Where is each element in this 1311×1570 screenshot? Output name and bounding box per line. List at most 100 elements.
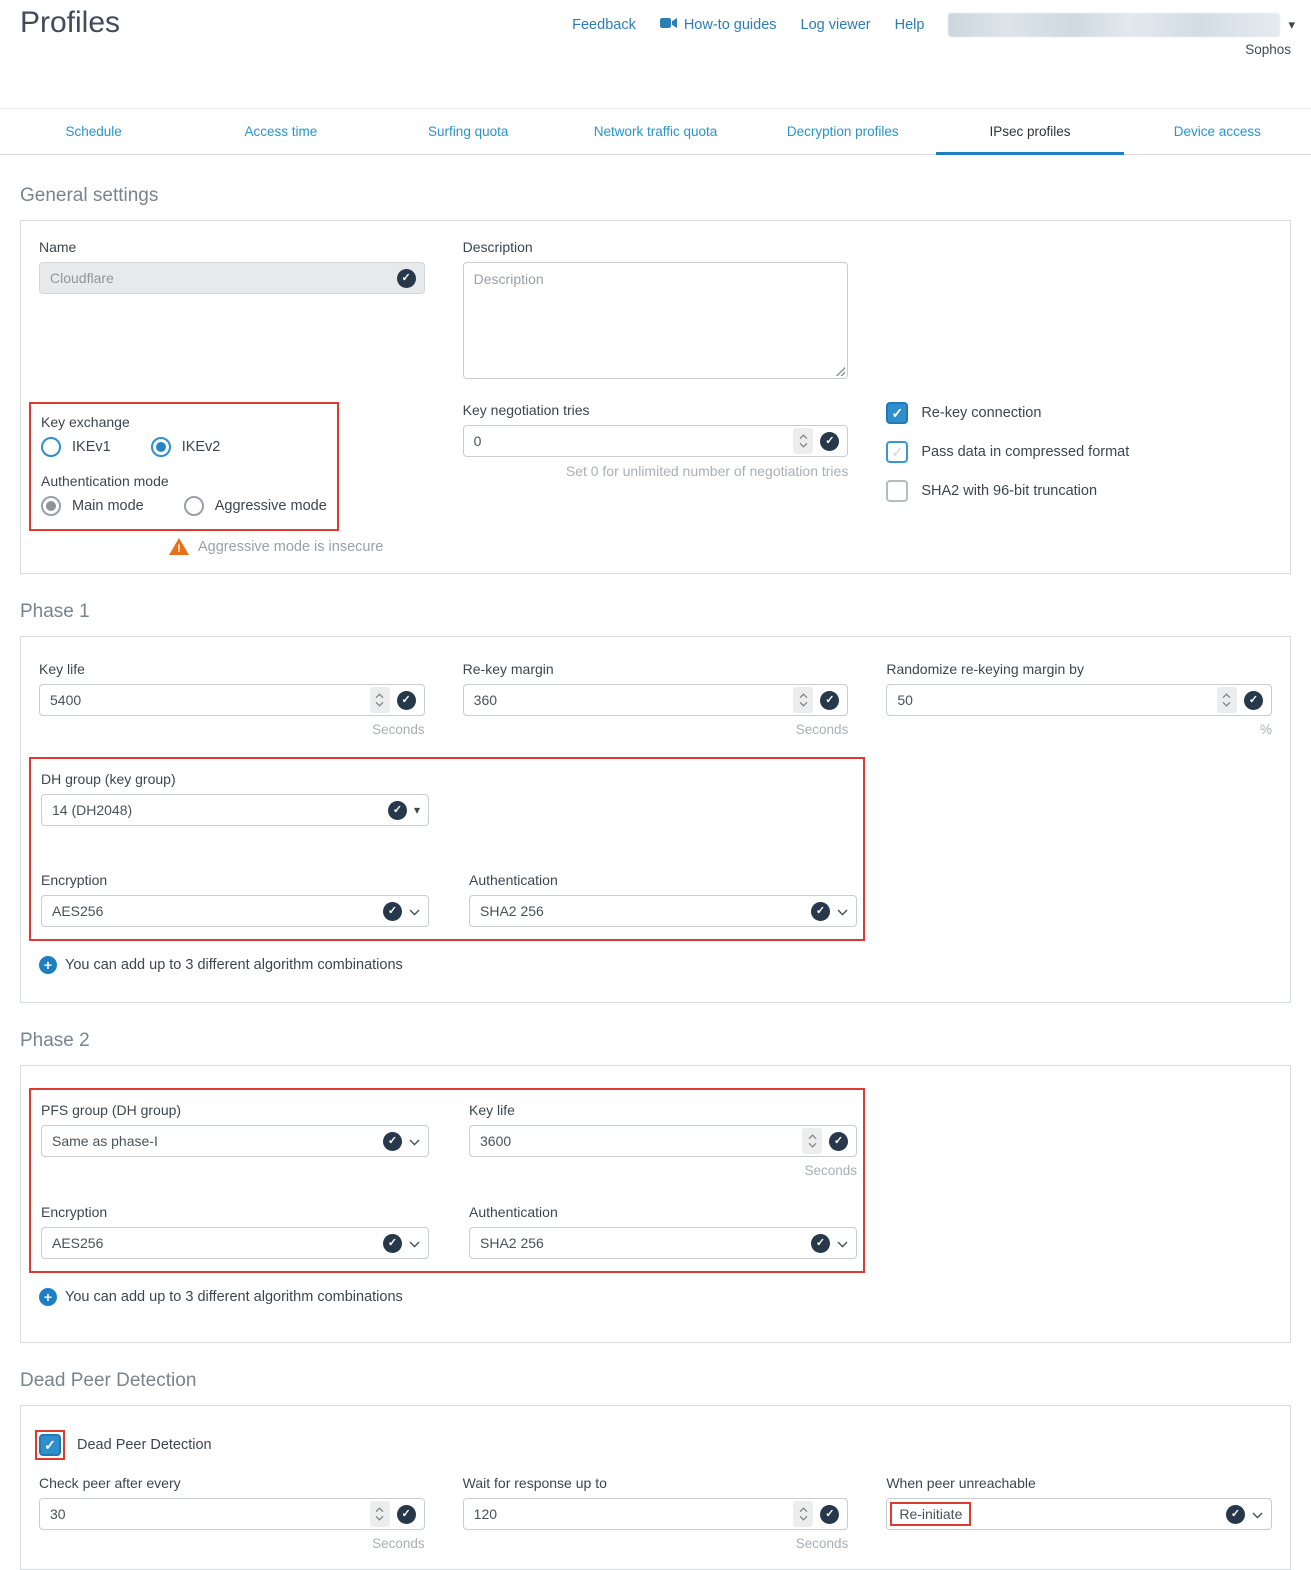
chevron-down-icon [409, 1133, 420, 1149]
phase1-encryption-select[interactable]: AES256 ✓ [41, 895, 429, 927]
profile-tabs: Schedule Access time Surfing quota Netwo… [0, 108, 1311, 155]
stepper-icon[interactable] [1217, 687, 1237, 713]
checkbox-dead-peer-detection[interactable]: ✓ [39, 1434, 61, 1456]
highlight-box-reinitiate: Re-initiate [890, 1502, 971, 1526]
log-viewer-link[interactable]: Log viewer [801, 17, 871, 33]
key-exchange-label: Key exchange [41, 414, 327, 430]
pfs-group-select[interactable]: Same as phase-I ✓ [41, 1125, 429, 1157]
radio-ikev1-label[interactable]: IKEv1 [72, 439, 111, 455]
account-selector[interactable] [948, 13, 1280, 37]
aggressive-warning-text: Aggressive mode is insecure [198, 539, 383, 555]
name-label: Name [39, 239, 425, 255]
radio-ikev2-label[interactable]: IKEv2 [182, 439, 221, 455]
add-combination-icon[interactable]: + [39, 1288, 57, 1306]
highlight-box-phase1-algorithms: DH group (key group) 14 (DH2048) ✓ ▾ Enc… [29, 757, 865, 941]
checkbox-sha2-truncation-label[interactable]: SHA2 with 96-bit truncation [921, 483, 1097, 499]
stepper-icon[interactable] [370, 1501, 390, 1527]
dh-group-label: DH group (key group) [41, 771, 429, 787]
check-peer-input[interactable] [50, 1506, 364, 1522]
page-title: Profiles [20, 6, 120, 40]
tab-device-access[interactable]: Device access [1124, 109, 1311, 154]
valid-check-icon: ✓ [383, 1132, 402, 1151]
radio-aggressive-mode[interactable] [184, 496, 204, 516]
rekey-margin-input[interactable] [474, 692, 788, 708]
highlight-box-key-exchange: Key exchange IKEv1 IKEv2 Authentication … [29, 402, 339, 531]
radio-ikev2[interactable] [151, 437, 171, 457]
dpd-panel: ✓ Dead Peer Detection Check peer after e… [20, 1405, 1291, 1570]
rekey-margin-field[interactable]: ✓ [463, 684, 849, 716]
phase1-authentication-label: Authentication [469, 872, 857, 888]
phase2-panel: PFS group (DH group) Same as phase-I ✓ K… [20, 1065, 1291, 1343]
key-negotiation-field[interactable]: ✓ [463, 425, 849, 457]
stepper-icon[interactable] [793, 1501, 813, 1527]
valid-check-icon: ✓ [811, 1234, 830, 1253]
phase2-authentication-select[interactable]: SHA2 256 ✓ [469, 1227, 857, 1259]
randomize-margin-input[interactable] [897, 692, 1211, 708]
tab-ipsec-profiles[interactable]: IPsec profiles [936, 109, 1123, 154]
dh-group-select[interactable]: 14 (DH2048) ✓ ▾ [41, 794, 429, 826]
stepper-icon[interactable] [793, 687, 813, 713]
phase2-key-life-field[interactable]: ✓ [469, 1125, 857, 1157]
stepper-icon[interactable] [793, 428, 813, 454]
wait-response-field[interactable]: ✓ [463, 1498, 849, 1530]
chevron-down-icon[interactable]: ▾ [1288, 17, 1295, 33]
randomize-margin-label: Randomize re-keying margin by [886, 661, 1272, 677]
stepper-icon[interactable] [370, 687, 390, 713]
general-settings-heading: General settings [20, 185, 1291, 207]
phase2-encryption-select[interactable]: AES256 ✓ [41, 1227, 429, 1259]
tab-network-traffic-quota[interactable]: Network traffic quota [562, 109, 749, 154]
chevron-down-icon [409, 1235, 420, 1251]
description-label: Description [463, 239, 849, 255]
radio-aggressive-mode-label[interactable]: Aggressive mode [215, 498, 327, 514]
radio-ikev1[interactable] [41, 437, 61, 457]
key-negotiation-input[interactable] [474, 433, 788, 449]
checkbox-compressed-format-label[interactable]: Pass data in compressed format [921, 444, 1129, 460]
highlight-box-dpd-checkbox: ✓ [35, 1430, 65, 1460]
valid-check-icon: ✓ [829, 1132, 848, 1151]
wait-response-input[interactable] [474, 1506, 788, 1522]
phase1-authentication-select[interactable]: SHA2 256 ✓ [469, 895, 857, 927]
phase1-add-note: You can add up to 3 different algorithm … [65, 957, 403, 973]
tab-surfing-quota[interactable]: Surfing quota [375, 109, 562, 154]
feedback-link[interactable]: Feedback [572, 17, 636, 33]
tab-access-time[interactable]: Access time [187, 109, 374, 154]
radio-main-mode-label[interactable]: Main mode [72, 498, 144, 514]
description-input[interactable] [463, 262, 849, 379]
add-combination-icon[interactable]: + [39, 956, 57, 974]
phase2-key-life-label: Key life [469, 1102, 857, 1118]
randomize-margin-unit: % [886, 722, 1272, 737]
dpd-heading: Dead Peer Detection [20, 1370, 1291, 1392]
phase1-heading: Phase 1 [20, 601, 1291, 623]
help-link[interactable]: Help [895, 17, 925, 33]
phase2-heading: Phase 2 [20, 1030, 1291, 1052]
phase2-authentication-label: Authentication [469, 1204, 857, 1220]
valid-check-icon: ✓ [397, 691, 416, 710]
checkbox-dead-peer-detection-label[interactable]: Dead Peer Detection [77, 1437, 212, 1453]
phase2-key-life-input[interactable] [480, 1133, 796, 1149]
when-unreachable-select[interactable]: Re-initiate ✓ [886, 1498, 1272, 1530]
valid-check-icon: ✓ [383, 1234, 402, 1253]
tab-schedule[interactable]: Schedule [0, 109, 187, 154]
phase1-key-life-field[interactable]: ✓ [39, 684, 425, 716]
checkbox-sha2-truncation[interactable] [886, 480, 908, 502]
checkbox-compressed-format[interactable]: ✓ [886, 441, 908, 463]
stepper-icon[interactable] [802, 1128, 822, 1154]
wait-response-unit: Seconds [463, 1536, 849, 1551]
checkbox-rekey-connection-label[interactable]: Re-key connection [921, 405, 1041, 421]
check-peer-label: Check peer after every [39, 1475, 425, 1491]
valid-check-icon: ✓ [820, 432, 839, 451]
name-field: ✓ [39, 262, 425, 294]
wait-response-label: Wait for response up to [463, 1475, 849, 1491]
tab-decryption-profiles[interactable]: Decryption profiles [749, 109, 936, 154]
randomize-margin-field[interactable]: ✓ [886, 684, 1272, 716]
check-peer-field[interactable]: ✓ [39, 1498, 425, 1530]
checkbox-rekey-connection[interactable]: ✓ [886, 402, 908, 424]
phase2-add-note: You can add up to 3 different algorithm … [65, 1289, 403, 1305]
phase1-encryption-label: Encryption [41, 872, 429, 888]
chevron-down-icon [409, 903, 420, 919]
key-negotiation-help: Set 0 for unlimited number of negotiatio… [463, 463, 849, 479]
valid-check-icon: ✓ [820, 691, 839, 710]
radio-main-mode[interactable] [41, 496, 61, 516]
phase1-key-life-input[interactable] [50, 692, 364, 708]
howto-guides-link[interactable]: How-to guides [660, 17, 777, 33]
